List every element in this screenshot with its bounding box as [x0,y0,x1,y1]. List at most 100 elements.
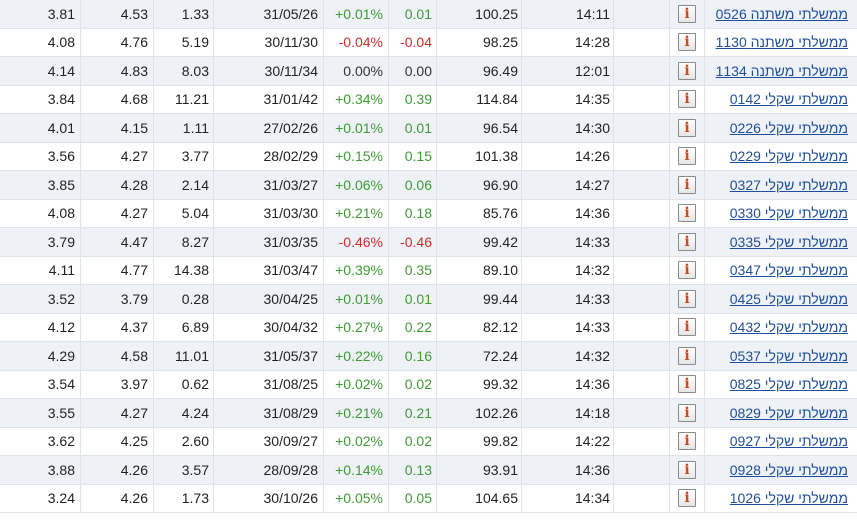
col2-value: 4.77 [80,256,153,284]
percent-change: 0.00% [323,57,388,85]
info-icon[interactable]: i [678,346,696,365]
info-icon[interactable]: i [678,90,696,109]
info-icon[interactable]: i [678,33,696,52]
info-icon[interactable]: i [678,432,696,451]
info-icon[interactable]: i [678,289,696,308]
info-icon[interactable]: i [678,175,696,194]
info-icon[interactable]: i [678,460,696,479]
percent-change: +0.21% [323,199,388,227]
col1-value: 4.01 [47,119,75,136]
security-name-link[interactable]: ממשלתי משתנה 0526 [716,6,848,22]
percent-change: +0.22% [323,342,388,370]
maturity-date: 31/05/37 [213,342,323,370]
maturity-date: 31/05/26 [213,0,323,28]
last-price: 99.42 [436,228,521,256]
maturity-date: 30/09/27 [213,427,323,455]
maturity-date: 31/03/27 [213,171,323,199]
last-price: 89.10 [436,256,521,284]
table-row: 3.52 3.79 0.28 30/04/25 +0.01% 0.01 99.4… [0,285,857,314]
col1-value: 4.08 [47,34,75,51]
change-value: 0.18 [388,199,436,227]
info-icon[interactable]: i [678,318,696,337]
info-icon[interactable]: i [678,118,696,137]
security-name-link[interactable]: ממשלתי משתנה 1134 [716,63,848,79]
percent-change: +0.01% [323,114,388,142]
info-cell: i [669,342,704,370]
spacer-cell [613,171,669,199]
security-name-link[interactable]: ממשלתי שקלי 0327 [730,177,848,193]
security-name-link[interactable]: ממשלתי משתנה 1130 [716,34,848,50]
last-trade-time: 14:34 [521,484,613,512]
security-name-link[interactable]: ממשלתי שקלי 1026 [730,490,848,506]
security-name-link[interactable]: ממשלתי שקלי 0928 [730,462,848,478]
table-row: 3.62 4.25 2.60 30/09/27 +0.02% 0.02 99.8… [0,427,857,456]
col1-value: 3.55 [47,404,75,421]
percent-change: +0.02% [323,427,388,455]
col1-value: 3.24 [47,490,75,507]
info-icon[interactable]: i [678,147,696,166]
maturity-date: 27/02/26 [213,114,323,142]
col3-value: 4.24 [153,399,213,427]
security-name-cell: ממשלתי משתנה 1130 [704,28,857,56]
info-icon[interactable]: i [678,204,696,223]
maturity-date: 31/03/47 [213,256,323,284]
info-icon[interactable]: i [678,375,696,394]
spacer-cell [613,399,669,427]
bond-quotes-table: 3.81 4.53 1.33 31/05/26 +0.01% 0.01 100.… [0,0,857,519]
security-name-cell: ממשלתי משתנה 1134 [704,57,857,85]
maturity-date: 31/01/42 [213,85,323,113]
info-icon[interactable]: i [678,4,696,23]
col2-value: 3.97 [80,370,153,398]
info-icon-glyph: i [684,233,690,250]
col1-value: 3.84 [47,91,75,108]
maturity-date: 31/08/29 [213,399,323,427]
info-cell: i [669,85,704,113]
security-name-link[interactable]: ממשלתי שקלי 0330 [730,205,848,221]
spacer-cell [613,228,669,256]
maturity-date: 30/10/26 [213,484,323,512]
last-price: 72.24 [436,342,521,370]
last-trade-time: 14:32 [521,342,613,370]
info-icon[interactable]: i [678,403,696,422]
last-trade-time: 14:36 [521,199,613,227]
info-icon[interactable]: i [678,232,696,251]
col3-value: 3.77 [153,142,213,170]
info-icon-glyph: i [684,34,690,51]
security-name-link[interactable]: ממשלתי שקלי 0432 [730,319,848,335]
table-row: 3.24 4.26 1.73 30/10/26 +0.05% 0.05 104.… [0,484,857,513]
security-name-link[interactable]: ממשלתי שקלי 0226 [730,120,848,136]
col2-value: 4.53 [80,0,153,28]
last-trade-time: 14:35 [521,85,613,113]
security-name-link[interactable]: ממשלתי שקלי 0825 [730,376,848,392]
last-trade-time: 14:33 [521,228,613,256]
security-name-link[interactable]: ממשלתי שקלי 0927 [730,433,848,449]
col3-value: 0.28 [153,285,213,313]
col1-value: 3.81 [47,5,75,22]
info-icon-glyph: i [684,205,690,222]
last-price: 99.82 [436,427,521,455]
col3-value: 11.21 [153,85,213,113]
col3-value: 8.03 [153,57,213,85]
col1-value: 3.88 [47,461,75,478]
spacer-cell [613,427,669,455]
last-trade-time: 12:01 [521,57,613,85]
security-name-link[interactable]: ממשלתי שקלי 0335 [730,234,848,250]
last-price: 93.91 [436,456,521,484]
security-name-link[interactable]: ממשלתי שקלי 0142 [730,91,848,107]
last-trade-time: 14:11 [521,0,613,28]
security-name-link[interactable]: ממשלתי שקלי 0829 [730,405,848,421]
security-name-link[interactable]: ממשלתי שקלי 0425 [730,291,848,307]
security-name-link[interactable]: ממשלתי שקלי 0537 [730,348,848,364]
info-icon[interactable]: i [678,489,696,508]
security-name-link[interactable]: ממשלתי שקלי 0347 [730,262,848,278]
info-icon[interactable]: i [678,61,696,80]
security-name-link[interactable]: ממשלתי שקלי 0229 [730,148,848,164]
spacer-cell [613,114,669,142]
col2-value: 4.37 [80,313,153,341]
info-icon[interactable]: i [678,261,696,280]
col2-value: 4.58 [80,342,153,370]
info-cell: i [669,142,704,170]
table-row: 3.84 4.68 11.21 31/01/42 +0.34% 0.39 114… [0,85,857,114]
last-price: 96.49 [436,57,521,85]
security-name-cell: ממשלתי שקלי 0829 [704,399,857,427]
